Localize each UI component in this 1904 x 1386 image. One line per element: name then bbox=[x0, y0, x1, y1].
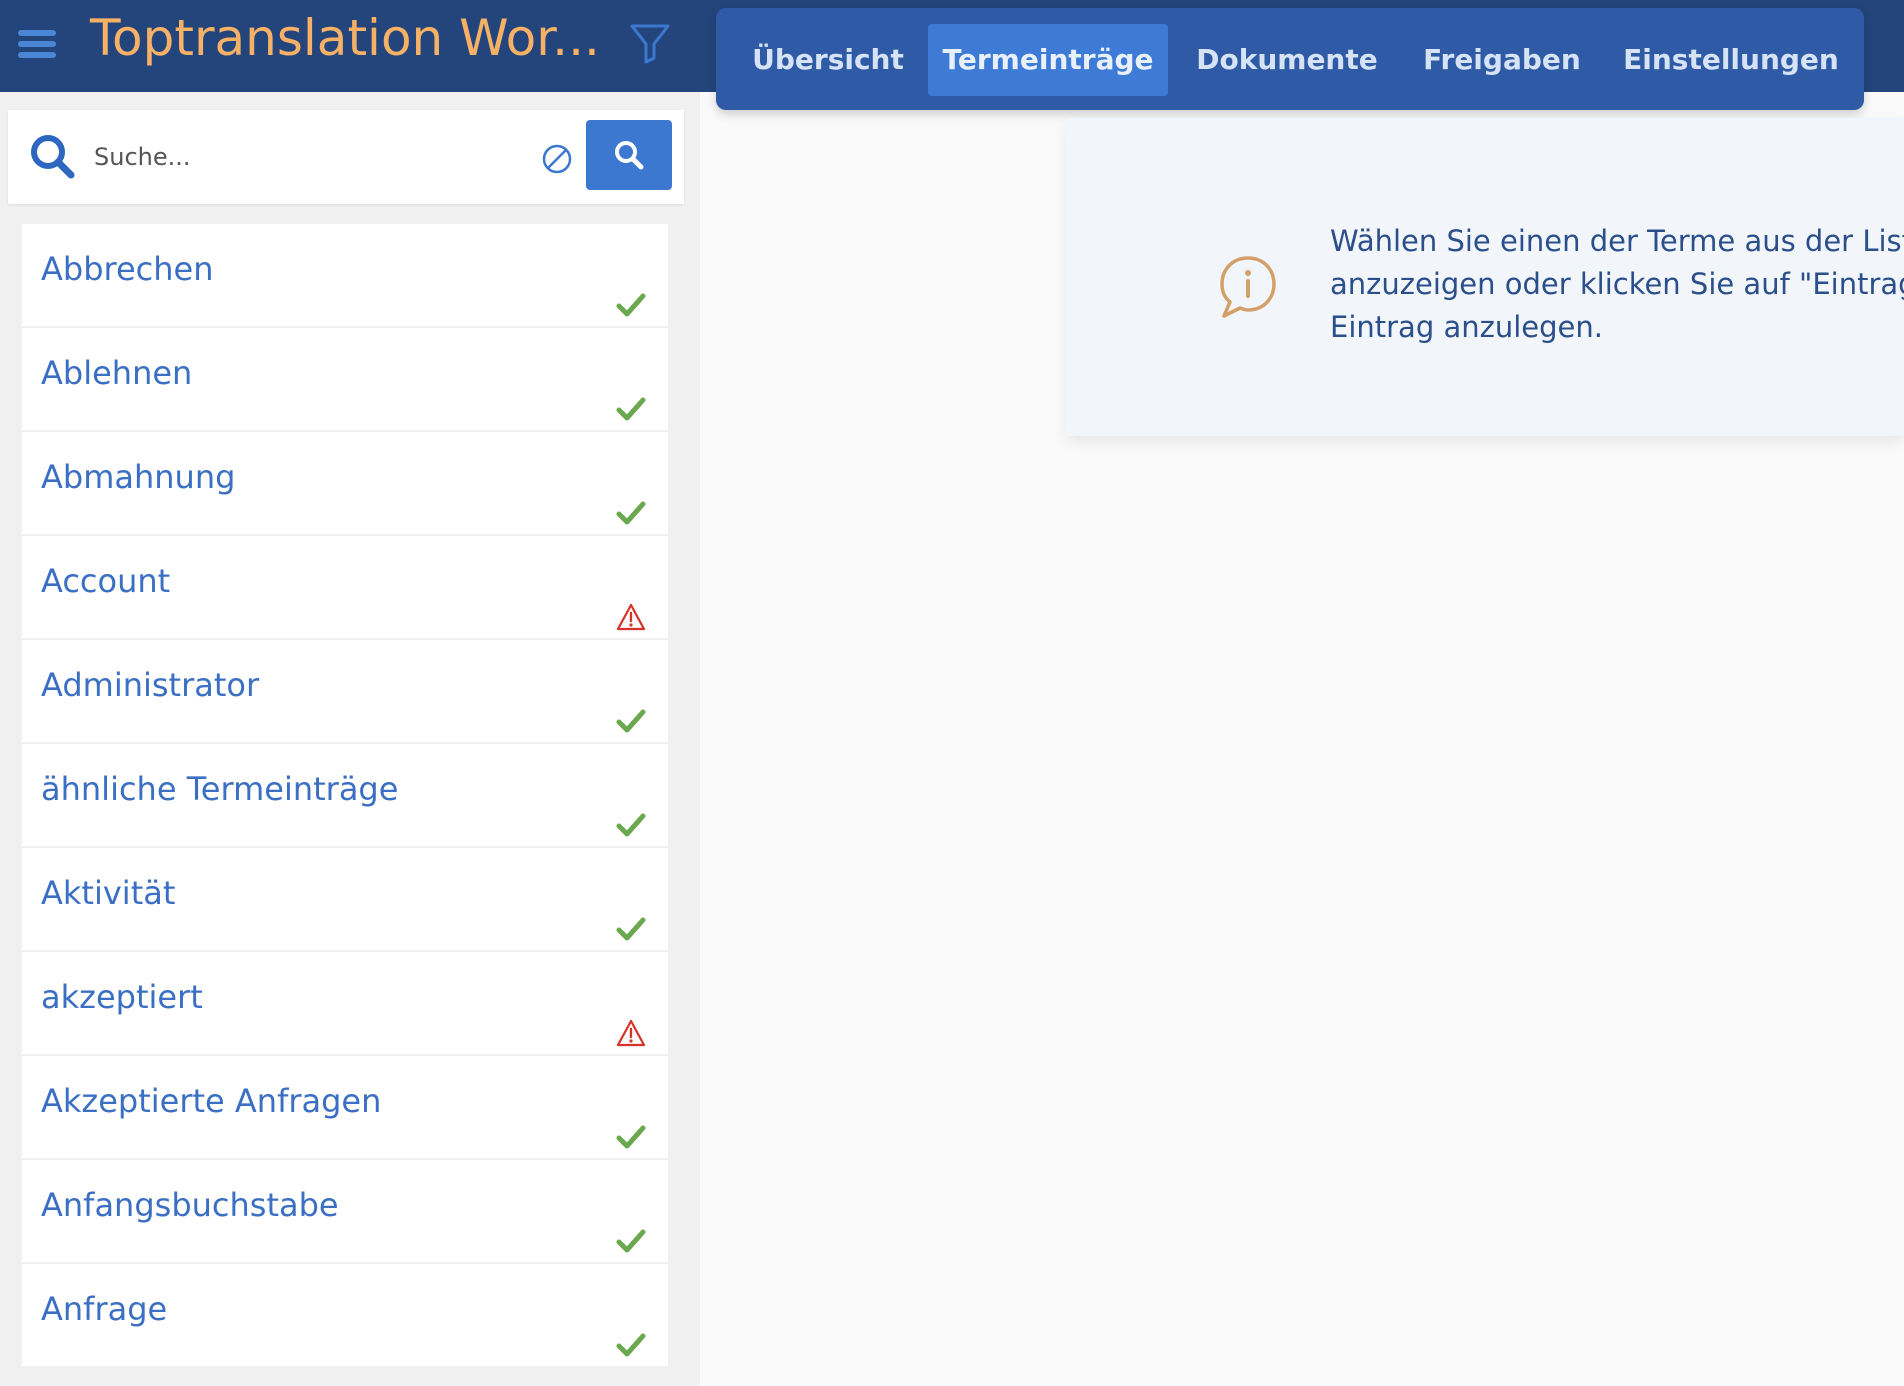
term-list: Abbrechen Ablehnen Abmahnung Account Adminis… bbox=[22, 224, 668, 1386]
term-label: Abmahnung bbox=[41, 458, 236, 496]
checkmark-icon bbox=[616, 290, 646, 320]
hamburger-menu-button[interactable] bbox=[16, 26, 60, 62]
checkmark-icon bbox=[616, 1226, 646, 1256]
term-list-item[interactable]: Administrator bbox=[22, 640, 668, 742]
tab-uebersicht[interactable]: Übersicht bbox=[738, 24, 918, 96]
checkmark-icon bbox=[616, 498, 646, 528]
tab-einstellungen[interactable]: Einstellungen bbox=[1618, 24, 1844, 96]
search-icon bbox=[615, 141, 644, 170]
tab-freigaben[interactable]: Freigaben bbox=[1402, 24, 1602, 96]
checkmark-icon bbox=[616, 1122, 646, 1152]
term-label: Administrator bbox=[41, 666, 260, 704]
checkmark-icon bbox=[616, 706, 646, 736]
term-list-item[interactable]: Anfrage bbox=[22, 1264, 668, 1366]
term-list-item[interactable]: ähnliche Termeinträge bbox=[22, 744, 668, 846]
tab-bar: Übersicht Termeinträge Dokumente Freigab… bbox=[716, 8, 1864, 110]
term-label: Anfangsbuchstabe bbox=[41, 1186, 339, 1224]
warning-icon bbox=[616, 1018, 646, 1048]
search-icon bbox=[31, 135, 75, 179]
search-input[interactable] bbox=[92, 130, 512, 184]
checkmark-icon bbox=[616, 810, 646, 840]
app-title: Toptranslation Wor... bbox=[90, 9, 600, 67]
term-label: ähnliche Termeinträge bbox=[41, 770, 399, 808]
info-speech-bubble-icon bbox=[1220, 256, 1276, 318]
hamburger-icon bbox=[18, 30, 56, 36]
filter-icon bbox=[630, 24, 670, 64]
clear-search-icon[interactable] bbox=[540, 142, 574, 176]
term-label: Akzeptierte Anfragen bbox=[41, 1082, 382, 1120]
term-list-item[interactable]: Abmahnung bbox=[22, 432, 668, 534]
checkmark-icon bbox=[616, 914, 646, 944]
info-panel: Wählen Sie einen der Terme aus der List … bbox=[1066, 118, 1904, 436]
term-label: Abbrechen bbox=[41, 250, 214, 288]
term-list-item[interactable]: Aktivität bbox=[22, 848, 668, 950]
tab-termeintraege[interactable]: Termeinträge bbox=[928, 24, 1168, 96]
term-list-item[interactable]: Account bbox=[22, 536, 668, 638]
checkmark-icon bbox=[616, 1330, 646, 1360]
search-button[interactable] bbox=[586, 120, 672, 190]
term-label: Anfrage bbox=[41, 1290, 168, 1328]
term-list-item[interactable]: Anfangsbuchstabe bbox=[22, 1160, 668, 1262]
warning-icon bbox=[616, 602, 646, 632]
info-line-1: Wählen Sie einen der Terme aus der List bbox=[1330, 224, 1904, 258]
filter-button[interactable] bbox=[626, 18, 674, 66]
sidebar: Abbrechen Ablehnen Abmahnung Account Adminis… bbox=[0, 92, 700, 1386]
info-line-3: Eintrag anzulegen. bbox=[1330, 310, 1603, 344]
term-label: Ablehnen bbox=[41, 354, 193, 392]
term-list-item[interactable]: Akzeptierte Anfragen bbox=[22, 1056, 668, 1158]
term-label: akzeptiert bbox=[41, 978, 203, 1016]
info-line-2: anzuzeigen oder klicken Sie auf "Eintrag bbox=[1330, 267, 1904, 301]
term-label: Account bbox=[41, 562, 171, 600]
term-list-item[interactable]: Abbrechen bbox=[22, 224, 668, 326]
tab-dokumente[interactable]: Dokumente bbox=[1182, 24, 1392, 96]
search-box bbox=[8, 110, 684, 204]
term-label: Aktivität bbox=[41, 874, 176, 912]
checkmark-icon bbox=[616, 394, 646, 424]
term-list-item[interactable]: Ablehnen bbox=[22, 328, 668, 430]
term-list-item[interactable]: akzeptiert bbox=[22, 952, 668, 1054]
info-message: Wählen Sie einen der Terme aus der List … bbox=[1330, 220, 1904, 349]
